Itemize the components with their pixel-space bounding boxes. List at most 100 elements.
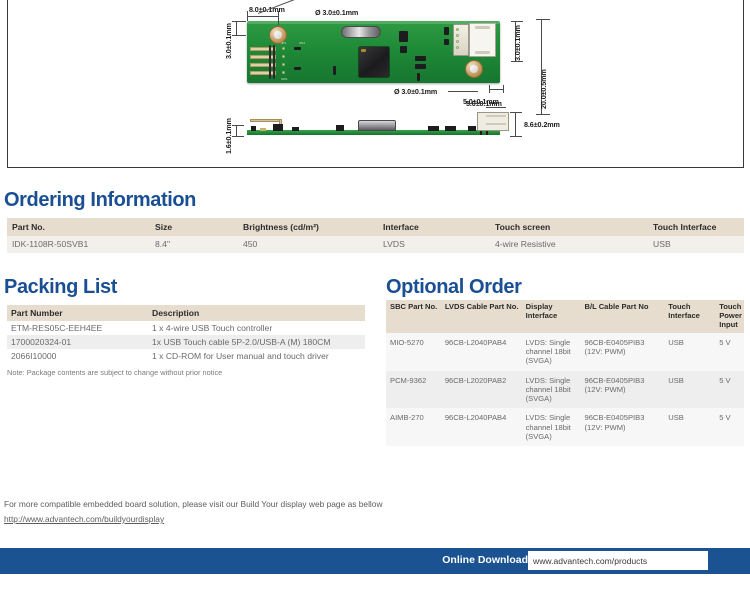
pcb-via [282,55,285,58]
table-header-row: Part Number Description [7,305,365,321]
dimension-side-height-8p6mm: 8.6±0.2mm [524,120,560,129]
packing-list-heading: Packing List [4,276,118,298]
cell-description: 1x USB Touch cable 5P-2.0/USB-A (M) 180C… [148,335,365,349]
dimension-overall-height-20mm: 20.0±0.5mm [539,69,548,109]
dimension-right-inner-3mm: 3.0±0.1mm [513,25,522,61]
smd-component [294,67,301,70]
cell-touch-interface: USB [664,408,716,447]
column-header-sbc-part-no: SBC Part No. [386,300,441,333]
cell-bl-cable-part-no: 96CB-E0405PIB3 (12V: PWM) [580,370,665,409]
column-header-part-no: Part No. [7,218,150,236]
column-header-part-number: Part Number [7,305,148,321]
dimension-leader [515,112,516,136]
optional-order-table: SBC Part No. LVDS Cable Part No. Display… [386,300,744,447]
column-header-touch-interface: Touch Interface [664,300,716,333]
ordering-information-heading: Ordering Information [4,189,197,211]
column-header-bl-cable-part-no: B/L Cable Part No [580,300,665,333]
smd-component [333,66,336,75]
pcb-via [456,46,459,49]
side-component [445,126,456,131]
cell-part-no: IDK-1108R-50SVB1 [7,236,150,253]
build-your-display-link[interactable]: http://www.advantech.com/buildyourdispla… [4,514,164,524]
silkscreen-label: SW1 [281,77,288,81]
table-row: 1700020324-01 1x USB Touch cable 5P-2.0/… [7,335,365,349]
pcb-via [456,40,459,43]
cell-touch-power-input: 5 V [715,408,744,447]
smd-component [294,47,301,50]
dimension-side-top-5mm: 5.0±0.1mm [466,99,502,108]
optional-order-heading: Optional Order [386,276,522,298]
cell-touch-interface: USB [664,370,716,409]
dimension-left-offset-3mm: 3.0±0.1mm [224,23,233,59]
table-row: ETM-RES05C-EEH4EE 1 x 4-wire USB Touch c… [7,321,365,335]
smd-component [415,56,426,61]
pcb-via [456,34,459,37]
dimension-board-thickness-1p6mm: 1.6±0.1mm [224,118,233,154]
packing-list-table: Part Number Description ETM-RES05C-EEH4E… [7,305,365,363]
pcb-via [282,71,285,74]
mechanical-drawing-panel: JP1 CN1 SW1 8.0±0.1mm Ø 3.0±0.1mm 3.0±0.… [7,0,744,168]
cell-touch-interface: USB [664,332,716,371]
pcb-via [456,28,459,31]
cell-touch-power-input: 5 V [715,332,744,371]
table-row: 2066I10000 1 x CD-ROM for User manual an… [7,349,365,363]
smd-component [417,73,420,81]
column-header-size: Size [150,218,238,236]
dimension-leader [510,136,522,137]
connector-slot [486,115,506,117]
pcb-top-view: JP1 CN1 SW1 [247,21,500,83]
drawing-stage: JP1 CN1 SW1 8.0±0.1mm Ø 3.0±0.1mm 3.0±0.… [8,0,743,167]
mounting-hole-right-icon [465,60,483,78]
cell-sbc-part-no: MIO-5270 [386,332,441,371]
pcb-via [282,47,285,50]
crystal-oscillator [341,26,381,38]
connector-slot [486,123,506,125]
dimension-leader [536,19,550,20]
column-header-touch-screen: Touch screen [490,218,648,236]
cell-lvds-cable-part-no: 96CB-L2040PAB4 [440,332,522,371]
table-header-row: Part No. Size Brightness (cd/m²) Interfa… [7,218,744,236]
dimension-leader [536,114,550,115]
column-header-display-interface: Display Interface [521,300,581,333]
dimension-leader [489,85,490,93]
flex-cable [250,119,282,122]
cell-part-number: 1700020324-01 [7,335,148,349]
dimension-leader [236,125,237,136]
table-row: AIMB-270 96CB-L2040PAB4 LVDS: Single cha… [386,408,744,447]
cell-interface: LVDS [378,236,490,253]
smd-component [400,46,407,53]
dimension-hole-diameter-top: Ø 3.0±0.1mm [315,8,359,17]
smd-component [444,27,449,35]
table-header-row: SBC Part No. LVDS Cable Part No. Display… [386,300,744,333]
dimension-leader [510,112,522,113]
build-your-display-note: For more compatible embedded board solut… [4,499,383,509]
cell-sbc-part-no: AIMB-270 [386,408,441,447]
dimension-leader [503,85,504,93]
cell-part-number: ETM-RES05C-EEH4EE [7,321,148,335]
cell-bl-cable-part-no: 96CB-E0405PIB3 (12V: PWM) [580,332,665,371]
cell-display-interface: LVDS: Single channel 18bit (SVGA) [521,370,581,409]
cell-touch-interface: USB [648,236,744,253]
connector-slot [475,51,490,54]
cell-sbc-part-no: PCM-9362 [386,370,441,409]
column-header-brightness: Brightness (cd/m²) [238,218,378,236]
dimension-leader [232,136,244,137]
online-download-url: www.advantech.com/products [533,555,648,566]
connector-slot [475,26,490,29]
dimension-hole-diameter-bottom: Ø 3.0±0.1mm [394,87,438,96]
cell-display-interface: LVDS: Single channel 18bit (SVGA) [521,408,581,447]
online-download-url-box[interactable]: www.advantech.com/products [528,551,708,570]
online-download-label: Online Download [442,554,528,566]
side-component [260,128,266,131]
cell-bl-cable-part-no: 96CB-E0405PIB3 (12V: PWM) [580,408,665,447]
ordering-information-table: Part No. Size Brightness (cd/m²) Interfa… [7,218,744,253]
side-crystal [358,120,396,131]
cell-description: 1 x CD-ROM for User manual and touch dri… [148,349,365,363]
pcb-trace [273,45,275,79]
side-component [468,126,476,131]
dimension-leader [232,125,244,126]
dimension-leader [489,89,503,90]
online-download-bar: Online Download www.advantech.com/produc… [0,548,750,574]
column-header-touch-interface: Touch Interface [648,218,744,236]
side-component [273,124,283,131]
